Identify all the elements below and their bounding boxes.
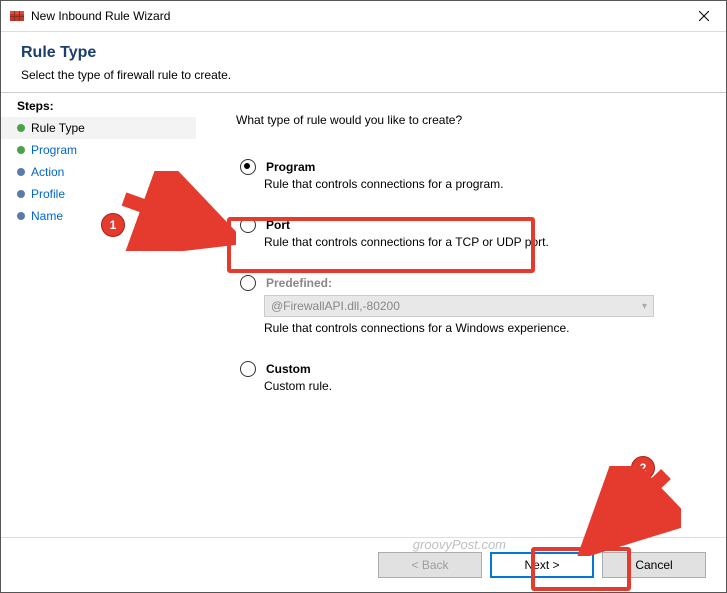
chevron-down-icon: ▾ [642,301,647,312]
radio-predefined[interactable] [240,275,256,291]
firewall-icon [9,8,25,24]
radio-port[interactable] [240,217,256,233]
titlebar: New Inbound Rule Wizard [1,1,726,32]
option-desc: Rule that controls connections for a Win… [264,321,692,335]
window-title: New Inbound Rule Wizard [31,9,681,23]
step-bullet-icon [17,146,25,154]
combo-value: @FirewallAPI.dll,-80200 [271,299,400,313]
step-link[interactable]: Profile [31,187,65,201]
close-button[interactable] [681,1,726,31]
wizard-body: Steps: Rule Type Program Action Profile … [1,93,726,531]
option-port[interactable]: Port Rule that controls connections for … [236,213,696,253]
step-link[interactable]: Action [31,165,64,179]
option-label: Predefined: [266,276,332,290]
step-rule-type[interactable]: Rule Type [1,117,196,139]
wizard-window: New Inbound Rule Wizard Rule Type Select… [0,0,727,593]
step-bullet-icon [17,168,25,176]
wizard-header: Rule Type Select the type of firewall ru… [1,32,726,92]
option-label: Custom [266,362,311,376]
option-desc: Rule that controls connections for a pro… [264,177,692,191]
wizard-footer: < Back Next > Cancel [1,537,726,592]
step-link[interactable]: Name [31,209,63,223]
option-predefined[interactable]: Predefined: @FirewallAPI.dll,-80200 ▾ Ru… [236,271,696,339]
back-button[interactable]: < Back [378,552,482,578]
step-bullet-icon [17,124,25,132]
question-text: What type of rule would you like to crea… [236,113,696,127]
step-bullet-icon [17,190,25,198]
option-desc: Rule that controls connections for a TCP… [264,235,692,249]
step-name[interactable]: Name [1,205,196,227]
option-custom[interactable]: Custom Custom rule. [236,357,696,397]
radio-custom[interactable] [240,361,256,377]
option-desc: Custom rule. [264,379,692,393]
step-link[interactable]: Program [31,143,77,157]
option-program[interactable]: Program Rule that controls connections f… [236,155,696,195]
option-label: Port [266,218,290,232]
page-subtitle: Select the type of firewall rule to crea… [21,68,706,82]
steps-sidebar: Steps: Rule Type Program Action Profile … [1,93,196,531]
cancel-button[interactable]: Cancel [602,552,706,578]
page-title: Rule Type [21,44,706,62]
step-profile[interactable]: Profile [1,183,196,205]
main-panel: What type of rule would you like to crea… [196,93,726,531]
radio-program[interactable] [240,159,256,175]
step-action[interactable]: Action [1,161,196,183]
predefined-combo[interactable]: @FirewallAPI.dll,-80200 ▾ [264,295,654,317]
step-program[interactable]: Program [1,139,196,161]
option-label: Program [266,160,315,174]
steps-label: Steps: [1,99,196,117]
next-button[interactable]: Next > [490,552,594,578]
step-link[interactable]: Rule Type [31,121,85,135]
close-icon [699,11,709,21]
step-bullet-icon [17,212,25,220]
